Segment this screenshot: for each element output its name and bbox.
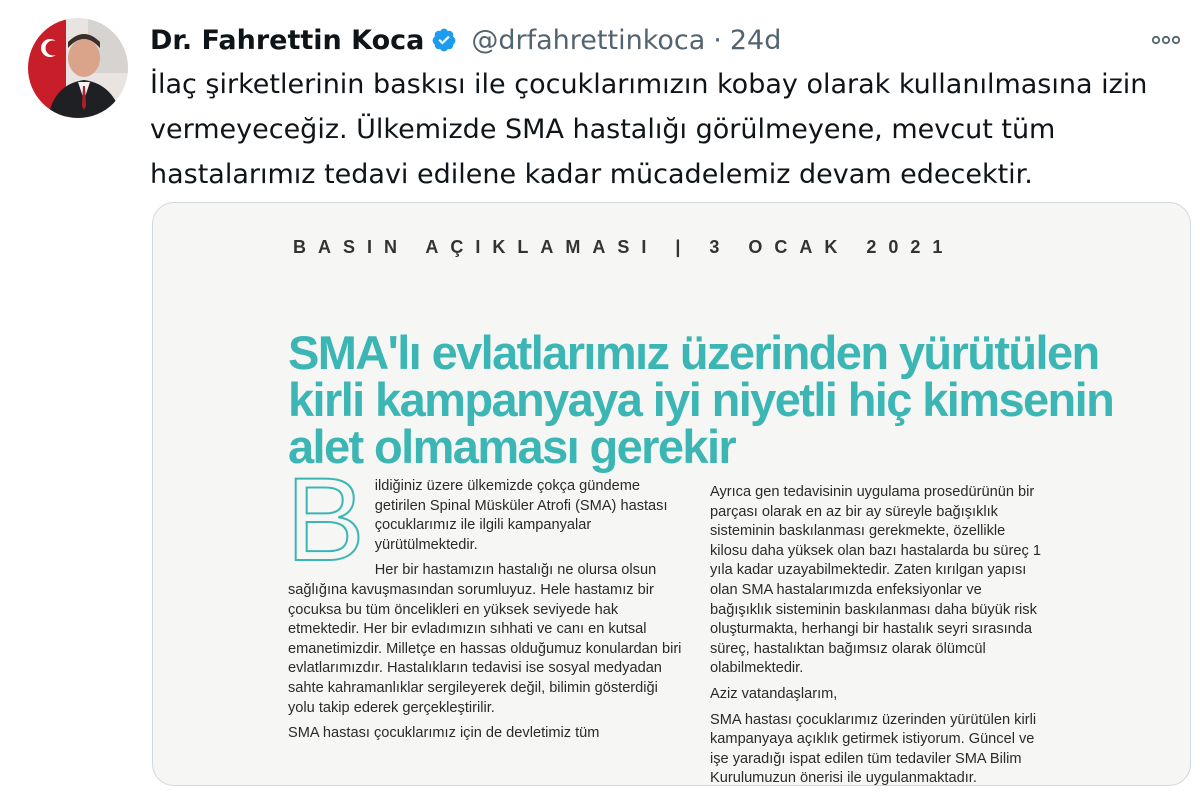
tweet-actions-bar — [152, 800, 1189, 812]
author-name[interactable]: Dr. Fahrettin Koca — [150, 25, 424, 56]
separator-dot: · — [713, 24, 722, 56]
verified-badge-icon — [433, 28, 456, 52]
paragraph: SMA hastası çocuklarımız üzerinden yürüt… — [710, 711, 1037, 785]
profile-photo-icon — [28, 18, 128, 118]
article-column-right: Ayrıca gen tedavisinin uygulama prosedür… — [710, 483, 1045, 785]
drop-cap: B — [288, 477, 366, 586]
paragraph: Aziz vatandaşlarım, — [710, 685, 838, 702]
tweet-text-line: vermeyeceğiz. Ülkemizde SMA hastalığı gö… — [150, 114, 1056, 145]
press-release-header: BASIN AÇIKLAMASI | 3 OCAK 2021 — [293, 237, 955, 257]
headline-line: kirli kampanyaya iyi niyetli hiç kimseni… — [288, 373, 1115, 426]
author-handle[interactable]: @drfahrettinkoca — [471, 25, 705, 56]
paragraph: Ayrıca gen tedavisinin uygulama prosedür… — [710, 484, 1041, 677]
headline-line: alet olmaması gerekir — [288, 420, 737, 473]
avatar[interactable] — [28, 18, 128, 118]
press-release-headline: SMA'lı evlatlarımız üzerinden yürütülen … — [288, 329, 1148, 470]
article-column-left: B ildiğiniz üzere ülkemizde çokça gündem… — [288, 477, 683, 785]
tweet-text-line: İlaç şirketlerinin baskısı ile çocukları… — [150, 69, 1148, 100]
tweet-header: Dr. Fahrettin Koca @drfahrettinkoca · 24… — [150, 22, 781, 58]
more-options-button[interactable] — [1146, 26, 1186, 54]
first-paragraph: B ildiğiniz üzere ülkemizde çokça gündem… — [288, 477, 683, 580]
tweet-timestamp[interactable]: 24d — [730, 25, 782, 56]
paragraph: SMA hastası çocuklarımız için de devleti… — [288, 725, 600, 742]
headline-line: SMA'lı evlatlarımız üzerinden yürütülen — [288, 326, 1100, 379]
more-horizontal-icon — [1151, 35, 1181, 45]
media-image-card[interactable]: BASIN AÇIKLAMASI | 3 OCAK 2021 SMA'lı ev… — [152, 202, 1191, 786]
tweet-text: İlaç şirketlerinin baskısı ile çocukları… — [150, 62, 1160, 197]
tweet-text-line: hastalarımız tedavi edilene kadar mücade… — [150, 159, 1033, 190]
